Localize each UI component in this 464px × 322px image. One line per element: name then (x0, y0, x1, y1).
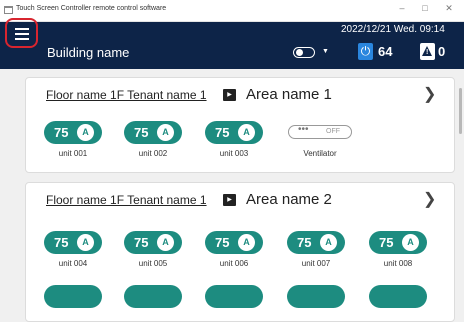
toggle-knob (296, 49, 303, 56)
view-toggle[interactable] (293, 47, 315, 58)
unit-tile[interactable]: 75 A (124, 121, 182, 144)
unit-tile[interactable] (205, 285, 263, 308)
unit-tile[interactable]: 75 A (124, 231, 182, 254)
unit-temperature: 75 (215, 125, 230, 140)
unit-tile[interactable]: 75 A (369, 231, 427, 254)
area-card: Floor name 1F Tenant name 1 ▶ Area name … (25, 182, 455, 322)
unit-name: unit 003 (219, 149, 249, 158)
menu-icon (15, 28, 29, 30)
unit-name: unit 006 (219, 259, 249, 268)
area-name: Area name 2 (246, 191, 332, 208)
ventilator-name: Ventilator (303, 149, 337, 158)
unit-name: unit 005 (138, 259, 168, 268)
ventilator-tile[interactable]: ••• OFF (288, 124, 352, 139)
floor-tenant-link[interactable]: Floor name 1F Tenant name 1 (46, 88, 207, 102)
unit-tile[interactable] (124, 285, 182, 308)
chevron-right-icon[interactable]: ❯ (423, 189, 436, 209)
unit-tile[interactable]: 75 A (287, 231, 345, 254)
unit-tile[interactable]: 75 A (205, 231, 263, 254)
chevron-right-icon[interactable]: ❯ (423, 84, 436, 104)
unit-temperature: 75 (54, 125, 69, 140)
minimize-button[interactable]: – (395, 3, 409, 13)
auto-mode-icon: A (238, 124, 255, 141)
area-card: Floor name 1F Tenant name 1 ▶ Area name … (25, 77, 455, 173)
unit-name: unit 007 (301, 259, 331, 268)
unit-temperature: 75 (215, 235, 230, 250)
maximize-button[interactable]: □ (418, 3, 432, 13)
auto-mode-icon: A (157, 234, 174, 251)
window-title: Touch Screen Controller remote control s… (16, 5, 167, 12)
auto-mode-icon: A (77, 234, 94, 251)
auto-mode-icon: A (238, 234, 255, 251)
unit-tile[interactable] (287, 285, 345, 308)
unit-temperature: 75 (134, 125, 149, 140)
unit-tile[interactable]: 75 A (44, 121, 102, 144)
unit-tile[interactable]: 75 A (44, 231, 102, 254)
unit-temperature: 75 (297, 235, 312, 250)
hamburger-menu-button[interactable] (5, 18, 38, 48)
auto-mode-icon: A (402, 234, 419, 251)
warning-icon[interactable]: ! (420, 43, 435, 60)
unit-name: unit 001 (58, 149, 88, 158)
power-on-count: 64 (378, 44, 393, 59)
unit-tile[interactable] (369, 285, 427, 308)
warning-count: 0 (438, 44, 446, 59)
chevron-down-icon[interactable]: ▼ (322, 48, 329, 55)
floor-tenant-link[interactable]: Floor name 1F Tenant name 1 (46, 193, 207, 207)
ventilator-state: OFF (326, 128, 340, 135)
unit-temperature: 75 (54, 235, 69, 250)
window-titlebar: Touch Screen Controller remote control s… (0, 0, 464, 22)
unit-tile[interactable]: 75 A (205, 121, 263, 144)
scrollbar-thumb[interactable] (459, 88, 462, 134)
auto-mode-icon: A (320, 234, 337, 251)
date-time: 2022/12/21 Wed. 09:14 (341, 24, 445, 35)
app-icon (4, 6, 13, 14)
auto-mode-icon: A (157, 124, 174, 141)
building-name[interactable]: Building name (47, 45, 129, 60)
power-icon[interactable]: ⏻ (358, 43, 373, 60)
unit-name: unit 008 (383, 259, 413, 268)
play-arrow-icon: ▶ (223, 194, 236, 206)
area-name: Area name 1 (246, 86, 332, 103)
auto-mode-icon: A (77, 124, 94, 141)
unit-name: unit 004 (58, 259, 88, 268)
unit-temperature: 75 (379, 235, 394, 250)
unit-tile[interactable] (44, 285, 102, 308)
unit-temperature: 75 (134, 235, 149, 250)
unit-name: unit 002 (138, 149, 168, 158)
more-dots-icon: ••• (298, 124, 309, 135)
play-arrow-icon: ▶ (223, 89, 236, 101)
close-button[interactable]: ✕ (442, 3, 456, 14)
